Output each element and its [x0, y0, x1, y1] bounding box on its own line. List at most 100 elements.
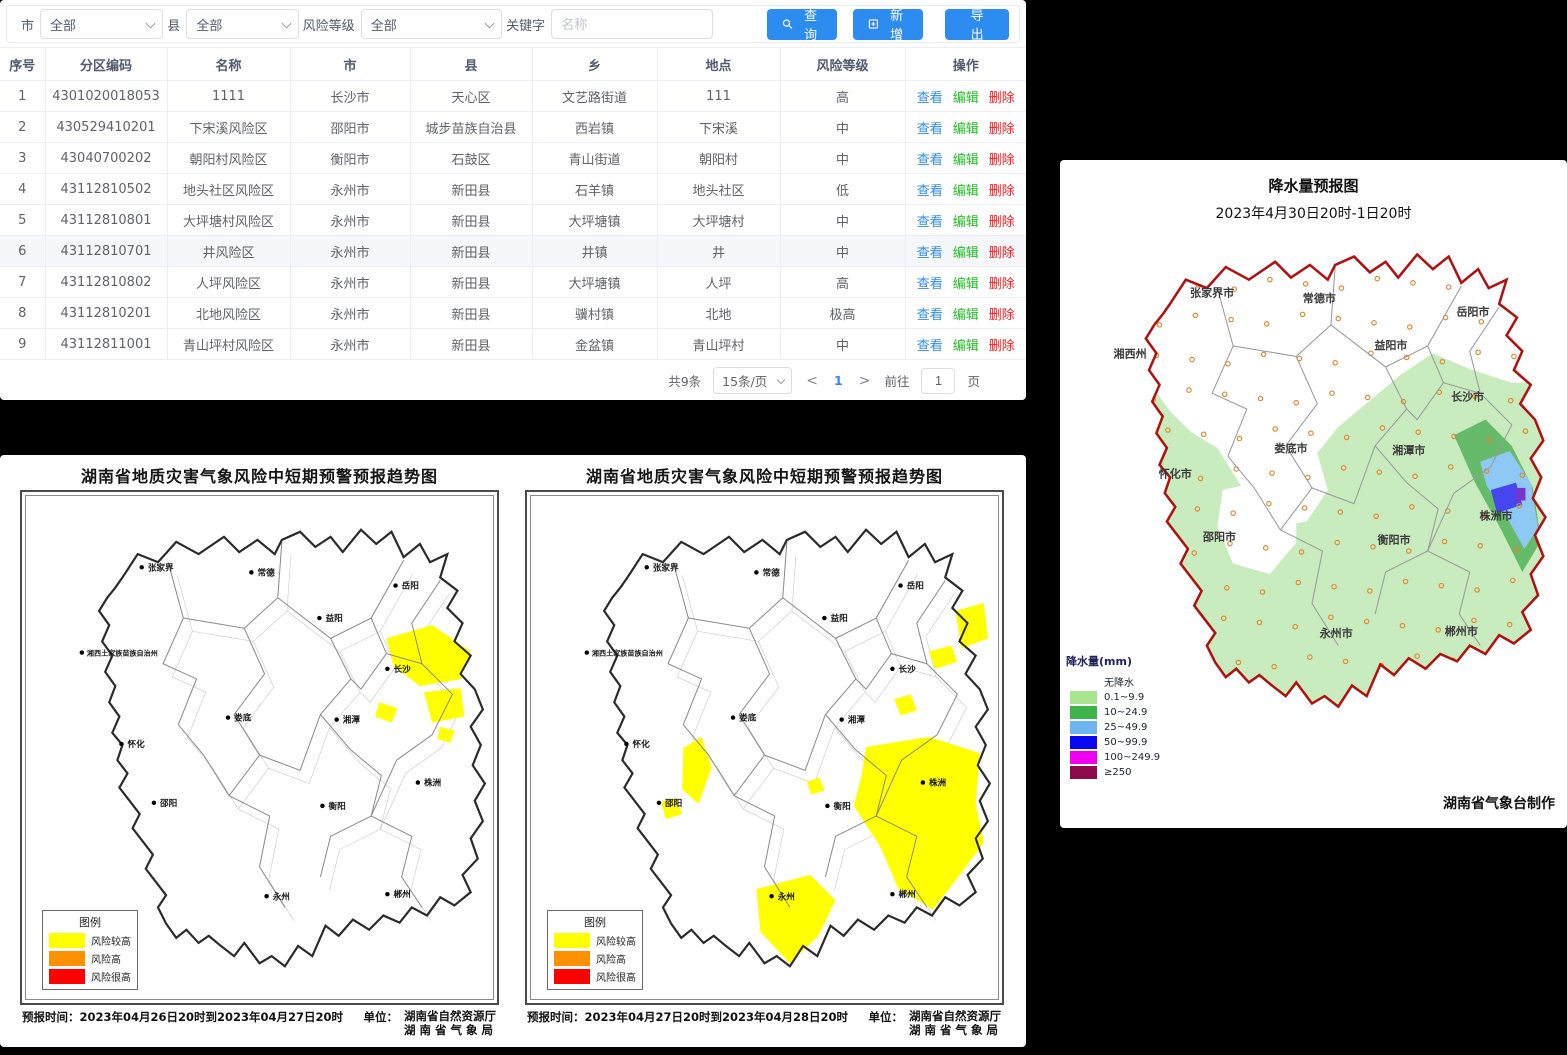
city-select[interactable]: 全部 [40, 9, 163, 39]
svg-text:岳阳市: 岳阳市 [1456, 304, 1489, 318]
edit-link[interactable]: 编辑 [953, 308, 979, 323]
delete-link[interactable]: 删除 [989, 122, 1015, 137]
svg-text:郴州市: 郴州市 [1445, 624, 1478, 638]
view-link[interactable]: 查看 [917, 153, 943, 168]
svg-text:永州: 永州 [777, 890, 795, 902]
cell-city: 永州市 [290, 174, 410, 205]
trend-map-figure-1: 湖南省地质灾害气象风险中短期预警预报趋势图 张家界 常德 岳阳 湘西土家族苗族自… [20, 459, 499, 1047]
svg-text:湘潭市: 湘潭市 [1392, 443, 1425, 457]
header-name: 名称 [167, 48, 290, 81]
svg-text:益阳: 益阳 [325, 612, 342, 624]
view-link[interactable]: 查看 [917, 246, 943, 261]
header-place: 地点 [657, 48, 780, 81]
cell-city: 永州市 [290, 298, 410, 329]
edit-link[interactable]: 编辑 [953, 215, 979, 230]
cell-county: 石鼓区 [410, 143, 532, 174]
table-row[interactable]: 643112810701井风险区永州市新田县井镇井中查看编辑删除 [0, 236, 1026, 267]
cell-operations: 查看编辑删除 [905, 298, 1026, 329]
table-row[interactable]: 743112810802人坪风险区永州市新田县大坪塘镇人坪高查看编辑删除 [0, 267, 1026, 298]
svg-text:衡阳: 衡阳 [329, 800, 346, 812]
chevron-down-icon [146, 19, 156, 29]
delete-link[interactable]: 删除 [989, 246, 1015, 261]
svg-text:娄底: 娄底 [739, 712, 757, 724]
cell-risk: 高 [780, 267, 905, 298]
cell-place: 地头社区 [657, 174, 780, 205]
edit-link[interactable]: 编辑 [953, 91, 979, 106]
delete-link[interactable]: 删除 [989, 91, 1015, 106]
risk-zone-panel: 市 全部 县 全部 风险等级 全部 关键字 查询 [0, 0, 1026, 400]
prev-page-button[interactable]: < [804, 373, 820, 389]
county-select[interactable]: 全部 [186, 9, 298, 39]
export-button[interactable]: 导出 [945, 9, 1009, 40]
next-page-button[interactable]: > [857, 373, 873, 389]
current-page[interactable]: 1 [832, 373, 845, 388]
cell-code: 43112810801 [45, 205, 167, 236]
header-no: 序号 [0, 48, 45, 81]
edit-link[interactable]: 编辑 [953, 153, 979, 168]
pagination: 共9条 15条/页 < 1 > 前往 页 [0, 360, 1026, 394]
cell-operations: 查看编辑删除 [905, 205, 1026, 236]
delete-link[interactable]: 删除 [989, 339, 1015, 354]
delete-link[interactable]: 删除 [989, 153, 1015, 168]
view-link[interactable]: 查看 [917, 339, 943, 354]
cell-risk: 中 [780, 205, 905, 236]
table-row[interactable]: 2430529410201下宋溪风险区邵阳市城步苗族自治县西岩镇下宋溪中查看编辑… [0, 112, 1026, 143]
cell-county: 新田县 [410, 267, 532, 298]
cell-operations: 查看编辑删除 [905, 329, 1026, 360]
view-link[interactable]: 查看 [917, 91, 943, 106]
trend-map-title: 湖南省地质灾害气象风险中短期预警预报趋势图 [20, 463, 499, 487]
svg-text:怀化市: 怀化市 [1159, 466, 1192, 480]
svg-text:邵阳: 邵阳 [664, 798, 682, 809]
goto-page-input[interactable] [921, 368, 955, 394]
delete-link[interactable]: 删除 [989, 277, 1015, 292]
header-risk: 风险等级 [780, 48, 905, 81]
view-link[interactable]: 查看 [917, 308, 943, 323]
cell-name: 人坪风险区 [167, 267, 290, 298]
table-row[interactable]: 843112810201北地风险区永州市新田县骥村镇北地极高查看编辑删除 [0, 298, 1026, 329]
edit-link[interactable]: 编辑 [953, 277, 979, 292]
delete-link[interactable]: 删除 [989, 184, 1015, 199]
page-size-select[interactable]: 15条/页 [713, 367, 792, 394]
svg-text:邵阳市: 邵阳市 [1202, 529, 1236, 543]
view-link[interactable]: 查看 [917, 215, 943, 230]
cell-county: 新田县 [410, 174, 532, 205]
view-link[interactable]: 查看 [917, 122, 943, 137]
keyword-filter-label: 关键字 [506, 15, 545, 34]
edit-link[interactable]: 编辑 [953, 246, 979, 261]
table-row[interactable]: 443112810502地头社区风险区永州市新田县石羊镇地头社区低查看编辑删除 [0, 174, 1026, 205]
filter-bar: 市 全部 县 全部 风险等级 全部 关键字 查询 [6, 5, 1020, 43]
table-row[interactable]: 943112811001青山坪村风险区永州市新田县金盆镇青山坪村中查看编辑删除 [0, 329, 1026, 360]
trend-map-footer: 预报时间：2023年04月27日20时到2023年04月28日20时 单位： 湖… [525, 1005, 1004, 1038]
query-button[interactable]: 查询 [767, 9, 837, 40]
view-link[interactable]: 查看 [917, 184, 943, 199]
svg-text:永州: 永州 [272, 890, 290, 902]
table-row[interactable]: 343040700202朝阳村风险区衡阳市石鼓区青山街道朝阳村中查看编辑删除 [0, 143, 1026, 174]
delete-link[interactable]: 删除 [989, 308, 1015, 323]
cell-city: 永州市 [290, 236, 410, 267]
svg-text:长沙: 长沙 [394, 663, 412, 675]
legend-swatch-green [1070, 706, 1097, 719]
risk-level-select[interactable]: 全部 [361, 9, 502, 39]
unit-label: 单位： [869, 1009, 904, 1038]
delete-link[interactable]: 删除 [989, 215, 1015, 230]
edit-link[interactable]: 编辑 [953, 184, 979, 199]
table-row[interactable]: 543112810801大坪塘村风险区永州市新田县大坪塘镇大坪塘村中查看编辑删除 [0, 205, 1026, 236]
table-row[interactable]: 143010200180531111长沙市天心区文艺路街道111高查看编辑删除 [0, 81, 1026, 112]
unit-line1: 湖南省自然资源厅 [909, 1009, 1001, 1023]
cell-place: 111 [657, 81, 780, 112]
unit-line1: 湖南省自然资源厅 [404, 1009, 496, 1023]
precip-legend: 降水量(mm) 无降水 0.1~9.9 10~24.9 25~49.9 50~9… [1066, 653, 1216, 779]
svg-text:株洲: 株洲 [929, 777, 947, 789]
cell-code: 43040700202 [45, 143, 167, 174]
edit-link[interactable]: 编辑 [953, 122, 979, 137]
edit-link[interactable]: 编辑 [953, 339, 979, 354]
view-link[interactable]: 查看 [917, 277, 943, 292]
header-town: 乡 [532, 48, 657, 81]
cell-code: 43112811001 [45, 329, 167, 360]
legend-swatch-magenta [1070, 751, 1097, 764]
chevron-down-icon [281, 19, 291, 29]
cell-county: 新田县 [410, 298, 532, 329]
cell-county: 天心区 [410, 81, 532, 112]
add-button[interactable]: 新增 [853, 9, 923, 40]
keyword-input[interactable] [551, 9, 713, 39]
